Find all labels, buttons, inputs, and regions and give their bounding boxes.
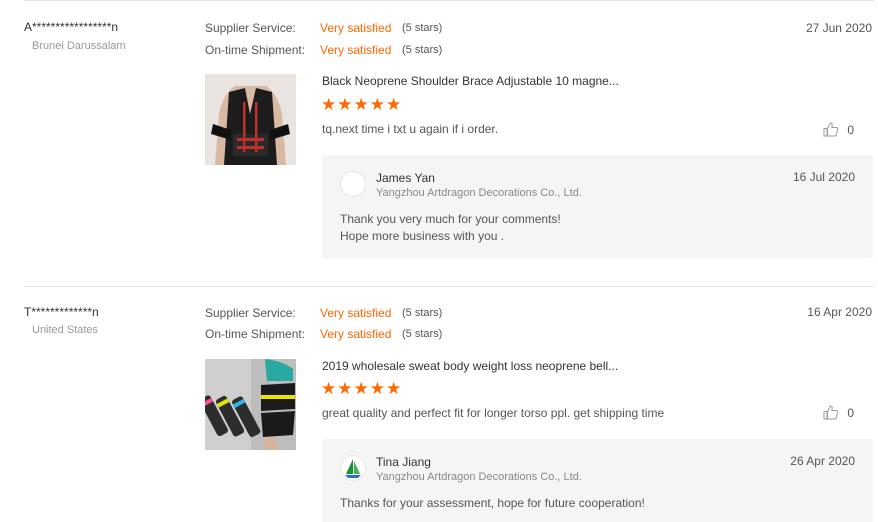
star-icon: ★ (321, 95, 337, 114)
thumbs-up-icon (823, 405, 839, 420)
like-button[interactable]: 0 (823, 122, 854, 137)
review-text: tq.next time i txt u again if i order. (322, 122, 499, 136)
supplier-service-value: Very satisfied (320, 306, 392, 320)
reply-date: 26 Apr 2020 (790, 454, 855, 468)
product-thumbnail[interactable] (205, 359, 296, 450)
shipment-stars: (5 stars) (402, 328, 443, 340)
supplier-service-stars: (5 stars) (402, 307, 443, 319)
supplier-service-stars: (5 stars) (402, 22, 443, 34)
review-item: T*************n United States Supplier S… (24, 286, 874, 522)
reply-text-line: Thanks for your assessment, hope for fut… (340, 496, 645, 510)
star-icon: ★ (337, 379, 353, 398)
shipment-label: On-time Shipment: (205, 327, 306, 341)
waist-trainer-image (205, 359, 296, 450)
reply-text-line: Thank you very much for your comments! (340, 212, 561, 226)
supplier-service-label: Supplier Service: (205, 306, 296, 320)
supplier-service-label: Supplier Service: (205, 21, 296, 35)
star-icon: ★ (386, 379, 402, 398)
star-icon: ★ (369, 379, 385, 398)
thumbs-up-icon (823, 122, 839, 137)
buyer-name: T*************n (24, 305, 99, 319)
buyer-country: United States (32, 324, 99, 336)
rating-stars: ★ ★ ★ ★ ★ (321, 380, 401, 397)
sailboat-logo-icon (345, 459, 361, 478)
star-icon: ★ (321, 379, 337, 398)
buyer-country: Brunei Darussalam (32, 40, 126, 52)
star-icon: ★ (337, 95, 353, 114)
reply-author: Tina Jiang (376, 455, 431, 469)
shipment-label: On-time Shipment: (205, 43, 306, 57)
shoulder-brace-image (205, 74, 296, 165)
review-item: A*****************n Brunei Darussalam Su… (0, 0, 878, 286)
supplier-service-value: Very satisfied (320, 21, 392, 35)
reply-date: 16 Jul 2020 (792, 170, 855, 184)
reply-company: Yangzhou Artdragon Decorations Co., Ltd. (376, 187, 582, 199)
avatar (340, 171, 366, 197)
buyer-name: A*****************n (24, 20, 119, 34)
like-count: 0 (847, 122, 854, 137)
star-icon: ★ (386, 95, 402, 114)
star-icon: ★ (353, 379, 369, 398)
product-thumbnail[interactable] (205, 74, 296, 165)
reply-company: Yangzhou Artdragon Decorations Co., Ltd. (376, 471, 582, 483)
shipment-stars: (5 stars) (402, 44, 443, 56)
shipment-value: Very satisfied (320, 327, 392, 341)
reply-author: James Yan (376, 171, 435, 185)
avatar (340, 455, 366, 481)
like-button[interactable]: 0 (823, 405, 854, 420)
shipment-value: Very satisfied (320, 43, 392, 57)
review-date: 27 Jun 2020 (805, 21, 872, 35)
star-icon: ★ (353, 95, 369, 114)
rating-stars: ★ ★ ★ ★ ★ (321, 96, 401, 113)
like-count: 0 (847, 405, 854, 420)
supplier-reply: Tina Jiang Yangzhou Artdragon Decoration… (322, 439, 873, 522)
product-title-link[interactable]: Black Neoprene Shoulder Brace Adjustable… (322, 74, 642, 88)
reply-text-line: Hope more business with you . (340, 229, 505, 243)
star-icon: ★ (369, 95, 385, 114)
product-title-link[interactable]: 2019 wholesale sweat body weight loss ne… (322, 359, 642, 373)
review-text: great quality and perfect fit for longer… (322, 406, 665, 420)
review-date: 16 Apr 2020 (807, 305, 872, 319)
supplier-reply: James Yan Yangzhou Artdragon Decorations… (322, 155, 873, 258)
